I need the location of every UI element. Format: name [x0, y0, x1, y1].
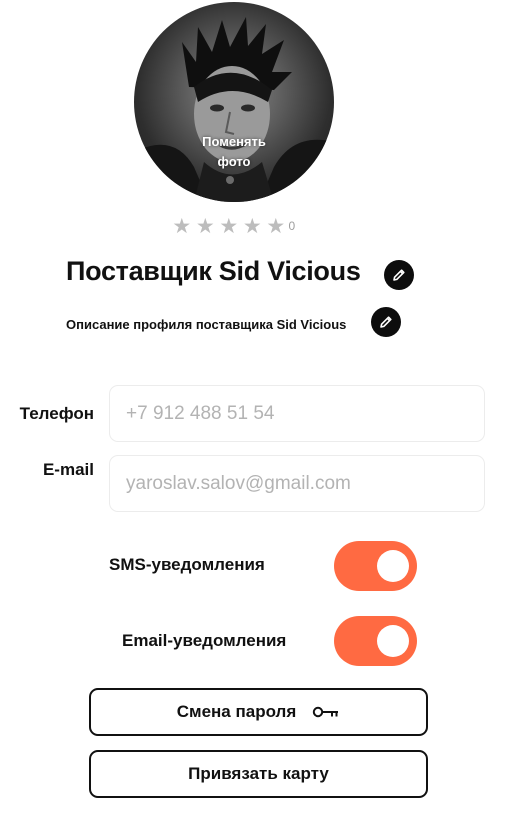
toggle-knob [377, 550, 409, 582]
change-photo-line-2: фото [217, 154, 251, 169]
star-icon: ★ [195, 214, 215, 238]
star-icon: ★ [266, 214, 286, 238]
change-photo-label: Поменять фото [134, 132, 334, 172]
change-password-label: Смена пароля [176, 702, 297, 721]
rating-count: 0 [288, 219, 296, 233]
change-password-button[interactable]: Смена пароля [89, 688, 428, 736]
email-notifications-toggle[interactable] [334, 616, 417, 666]
key-icon [312, 706, 340, 718]
star-icon: ★ [242, 214, 262, 238]
change-photo-line-1: Поменять [202, 134, 266, 149]
star-icon: ★ [219, 214, 239, 238]
profile-name: Поставщик Sid Vicious [66, 256, 361, 286]
rating: ★ ★ ★ ★ ★ 0 [170, 214, 295, 238]
phone-label: Телефон [19, 404, 94, 423]
pencil-icon [380, 316, 392, 328]
email-label: E-mail [42, 460, 94, 479]
sms-notifications-label: SMS-уведомления [109, 555, 265, 574]
star-icon: ★ [172, 214, 192, 238]
sms-notifications-toggle[interactable] [334, 541, 417, 591]
avatar-photo [134, 17, 334, 202]
edit-name-button[interactable] [384, 260, 414, 290]
email-notifications-label: Email-уведомления [122, 631, 287, 650]
link-card-button[interactable]: Привязать карту [89, 750, 428, 798]
profile-description: Описание профиля поставщика Sid Vicious [66, 317, 347, 332]
avatar-change-photo[interactable]: Поменять фото [134, 2, 334, 202]
email-input[interactable] [109, 455, 485, 512]
phone-input[interactable] [109, 385, 485, 442]
edit-description-button[interactable] [371, 307, 401, 337]
pencil-icon [393, 269, 405, 281]
toggle-knob [377, 625, 409, 657]
link-card-label: Привязать карту [188, 764, 329, 783]
